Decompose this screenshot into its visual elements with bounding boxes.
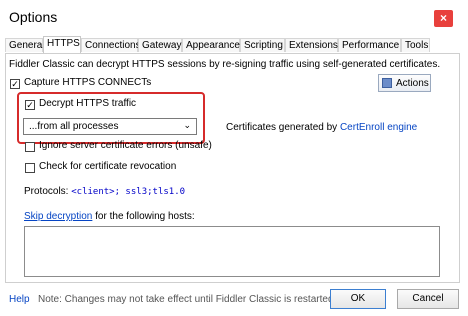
decrypt-https-label: Decrypt HTTPS traffic — [39, 98, 137, 109]
process-filter-select[interactable]: ...from all processes ⌄ — [23, 118, 197, 135]
protocols-label: Protocols: — [24, 186, 69, 197]
hosts-textarea[interactable] — [24, 226, 440, 277]
protocols-row: Protocols: <client>; ssl3;tls1.0 — [24, 186, 185, 197]
tab-https[interactable]: HTTPS — [43, 36, 81, 54]
help-link[interactable]: Help — [9, 294, 30, 305]
process-filter-value: ...from all processes — [29, 121, 119, 132]
chevron-down-icon: ⌄ — [183, 120, 191, 130]
close-icon: × — [439, 11, 447, 25]
revocation-checkbox[interactable] — [25, 163, 35, 173]
tab-gateway[interactable]: Gateway — [138, 38, 182, 52]
window-title: Options — [9, 9, 58, 25]
ignore-errors-checkbox[interactable] — [25, 142, 35, 152]
tab-appearance[interactable]: Appearance — [182, 38, 240, 52]
footer-note: Note: Changes may not take effect until … — [38, 294, 337, 305]
tab-performance[interactable]: Performance — [338, 38, 401, 52]
cancel-button[interactable]: Cancel — [397, 289, 459, 309]
close-button[interactable]: × — [434, 10, 453, 27]
ignore-errors-label: Ignore server certificate errors (unsafe… — [39, 140, 212, 151]
actions-button-label: Actions — [396, 78, 429, 89]
revocation-label: Check for certificate revocation — [39, 161, 177, 172]
tab-general[interactable]: General — [5, 38, 45, 52]
actions-button[interactable]: Actions — [378, 74, 431, 92]
actions-icon — [382, 78, 392, 88]
certenroll-link[interactable]: CertEnroll engine — [340, 122, 417, 133]
tab-extensions[interactable]: Extensions — [285, 38, 338, 52]
skip-decryption-row: Skip decryption for the following hosts: — [24, 211, 195, 222]
https-description: Fiddler Classic can decrypt HTTPS sessio… — [9, 59, 441, 70]
title-bar — [0, 0, 468, 34]
tab-scripting[interactable]: Scripting — [240, 38, 285, 52]
decrypt-https-checkbox[interactable]: ✓ — [25, 100, 35, 110]
capture-https-checkbox[interactable]: ✓ — [10, 79, 20, 89]
protocols-link[interactable]: <client>; ssl3;tls1.0 — [71, 187, 185, 197]
skip-decryption-text: for the following hosts: — [95, 211, 195, 222]
cert-generator-label: Certificates generated by — [226, 122, 338, 133]
tab-tools[interactable]: Tools — [401, 38, 430, 52]
capture-https-label: Capture HTTPS CONNECTs — [24, 77, 152, 88]
tab-connections[interactable]: Connections — [81, 38, 141, 52]
cert-generator-text: Certificates generated by CertEnroll eng… — [226, 122, 417, 133]
checkmark-icon: ✓ — [26, 100, 34, 110]
skip-decryption-link[interactable]: Skip decryption — [24, 211, 92, 222]
checkmark-icon: ✓ — [11, 79, 19, 89]
ok-button[interactable]: OK — [330, 289, 386, 309]
